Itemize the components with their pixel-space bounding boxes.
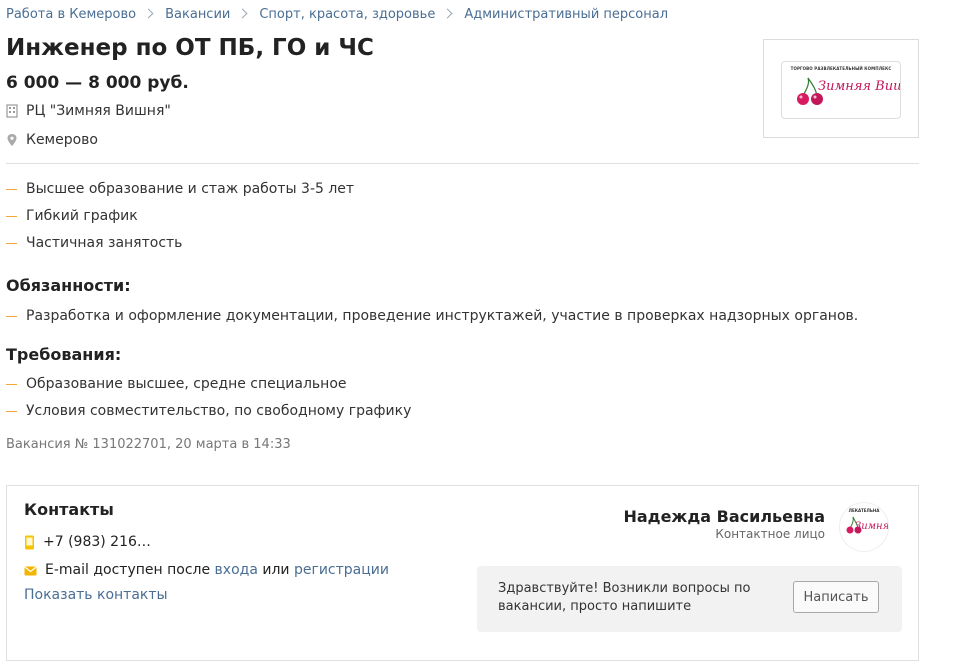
duty-item: Разработка и оформление документации, пр… (6, 308, 858, 324)
email-text: E-mail доступен после (45, 562, 211, 578)
breadcrumb: Работа в Кемерово Вакансии Спорт, красота,… (6, 7, 668, 22)
requirement-text: Условия совместительство, по свободному … (26, 403, 412, 419)
show-contacts-link[interactable]: Показать контакты (24, 587, 168, 603)
avatar-script-text: Зимняя Ви (855, 521, 889, 532)
chevron-right-icon (442, 8, 453, 19)
bullet-dash (6, 315, 17, 317)
highlight-text: Частичная занятость (26, 235, 183, 251)
contact-person-role: Контактное лицо (715, 527, 825, 541)
highlight-text: Высшее образование и стаж работы 3-5 лет (26, 181, 355, 197)
highlight-item: Гибкий график (6, 208, 138, 224)
highlight-text: Гибкий график (26, 208, 138, 224)
breadcrumb-link-work-kemerovo[interactable]: Работа в Кемерово (6, 7, 136, 22)
bullet-dash (6, 410, 17, 412)
phone-icon (25, 535, 34, 549)
divider (6, 163, 919, 164)
login-link[interactable]: входа (215, 562, 258, 578)
email-row: E-mail доступен после входа или регистра… (24, 562, 389, 578)
salary: 6 000 — 8 000 руб. (6, 73, 189, 93)
company-link[interactable]: РЦ "Зимняя Вишня" (26, 103, 171, 119)
message-prompt-text: Здравствуйте! Возникли вопросы по ваканс… (498, 581, 751, 614)
chevron-right-icon (237, 8, 248, 19)
contact-person-name: Надежда Васильевна (623, 507, 825, 526)
phone-number[interactable]: +7 (983) 216… (43, 534, 151, 550)
company-logo: ТОРГОВО РАЗВЛЕКАТЕЛЬНЫЙ КОМПЛЕКС Зимняя … (781, 61, 901, 119)
city-row: Кемерово (6, 132, 98, 148)
chevron-right-icon (143, 8, 154, 19)
requirement-item: Условия совместительство, по свободному … (6, 403, 411, 419)
contacts-title: Контакты (24, 500, 114, 519)
vacancy-number: Вакансия № 131022701, 20 марта в 14:33 (6, 437, 291, 452)
email-icon (24, 566, 37, 575)
requirements-heading: Требования: (6, 345, 122, 364)
logo-top-text: ТОРГОВО РАЗВЛЕКАТЕЛЬНЫЙ КОМПЛЕКС (790, 66, 892, 71)
breadcrumb-link-vacancies[interactable]: Вакансии (165, 7, 230, 22)
page-title: Инженер по ОТ ПБ, ГО и ЧС (6, 35, 374, 61)
bullet-dash (6, 188, 17, 190)
company-logo-box[interactable]: ТОРГОВО РАЗВЛЕКАТЕЛЬНЫЙ КОМПЛЕКС Зимняя … (763, 39, 919, 138)
or-text: или (262, 562, 290, 578)
duties-heading: Обязанности: (6, 276, 131, 295)
avatar: ЛЕКАТЕЛЬНА Зимняя Ви (839, 502, 889, 552)
bullet-dash (6, 242, 17, 244)
breadcrumb-link-admin-staff[interactable]: Административный персонал (464, 7, 668, 22)
requirement-text: Образование высшее, средне специальное (26, 376, 347, 392)
avatar-top-text: ЛЕКАТЕЛЬНА (848, 508, 880, 513)
company-row: РЦ "Зимняя Вишня" (6, 103, 171, 119)
building-icon (6, 104, 18, 118)
requirement-item: Образование высшее, средне специальное (6, 376, 347, 392)
location-pin-icon (7, 134, 17, 146)
write-message-button[interactable]: Написать (793, 581, 879, 613)
highlight-item: Высшее образование и стаж работы 3-5 лет (6, 181, 354, 197)
bullet-dash (6, 383, 17, 385)
message-prompt-box: Здравствуйте! Возникли вопросы по ваканс… (477, 566, 902, 632)
logo-script-text: Зимняя Вишня (818, 79, 900, 94)
breadcrumb-link-sport-beauty-health[interactable]: Спорт, красота, здоровье (259, 7, 435, 22)
city-label: Кемерово (26, 132, 98, 148)
highlight-item: Частичная занятость (6, 235, 182, 251)
contacts-panel: Контакты +7 (983) 216… E-mail доступен п… (6, 485, 919, 661)
duty-text: Разработка и оформление документации, пр… (26, 308, 859, 324)
bullet-dash (6, 215, 17, 217)
phone-row: +7 (983) 216… (24, 534, 151, 550)
register-link[interactable]: регистрации (294, 562, 389, 578)
